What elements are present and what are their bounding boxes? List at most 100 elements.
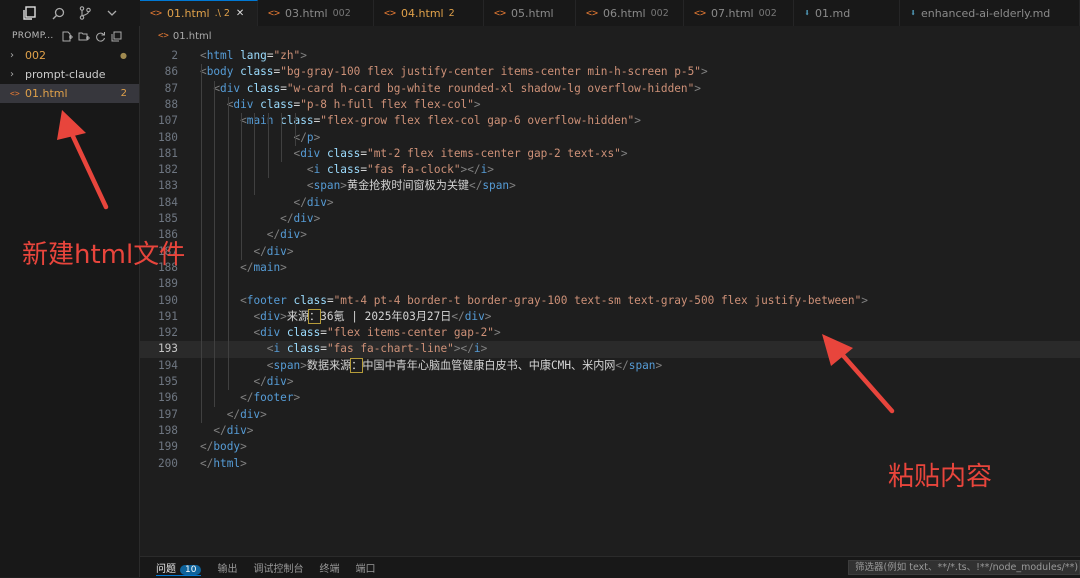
code-token: div (260, 309, 281, 323)
code-token: > (509, 179, 516, 193)
code-line[interactable]: 183 <span>黄金抢救时间窗极为关键</span> (140, 178, 1080, 194)
html-file-icon: <> (694, 7, 707, 19)
code-token: ></ (460, 163, 481, 177)
html-file-icon: <> (384, 7, 397, 19)
breadcrumb[interactable]: <> 01.html (140, 26, 1080, 46)
tab-07-html[interactable]: <> 07.html 002 (684, 0, 794, 26)
code-token: > (480, 342, 488, 356)
html-file-icon: <> (10, 89, 20, 98)
code-token: i (473, 342, 481, 356)
code-line[interactable]: 192 <div class="flex items-center gap-2"> (140, 325, 1080, 341)
code-line[interactable]: 195 </div> (140, 374, 1080, 390)
code-token: div (220, 81, 241, 95)
close-icon[interactable]: ✕ (236, 8, 244, 19)
code-line[interactable]: 198 </div> (140, 423, 1080, 439)
code-token: </ (240, 391, 254, 405)
code-token: > (340, 179, 347, 193)
panel-tab[interactable]: 问题 10 (156, 560, 202, 576)
collapse-all-icon[interactable] (111, 31, 122, 42)
code-token: < (306, 179, 314, 193)
line-number: 181 (157, 146, 178, 160)
explorer-item[interactable]: › prompt-claude (0, 65, 139, 84)
code-line[interactable]: 187 </div> (140, 244, 1080, 260)
code-token: </ (615, 358, 629, 372)
code-token: class (286, 342, 321, 356)
tab-01-md[interactable]: ⬇ 01.md (794, 0, 900, 26)
panel-tab[interactable]: 输出 (217, 560, 237, 575)
tab-01-html[interactable]: <> 01.html .\ 2 ✕ (140, 0, 258, 26)
code-line[interactable]: 184 </div> (140, 195, 1080, 211)
code-token: "mt-4 pt-4 border-t border-gray-100 text… (333, 293, 862, 307)
code-line[interactable]: 193 <i class="fas fa-chart-line"></i> (140, 341, 1080, 358)
code-line[interactable]: 194 <span>数据来源：中国中青年心脑血管健康白皮书、中康CMH、米内网</… (140, 357, 1080, 374)
code-token: > (313, 130, 321, 144)
problems-filter-input[interactable]: 筛选器(例如 text、**/*.ts、!**/node_modules/**) (848, 560, 1080, 575)
code-line[interactable]: 88 <div class="p-8 h-full flex flex-col"> (140, 97, 1080, 113)
source-control-icon[interactable] (76, 4, 94, 22)
line-number: 184 (157, 195, 178, 209)
new-file-icon[interactable] (62, 31, 73, 42)
tab-label: 01.html (167, 7, 210, 20)
code-line[interactable]: 2 <html lang="zh"> (140, 48, 1080, 64)
tab-05-html[interactable]: <> 05.html (484, 0, 576, 26)
tab-03-html[interactable]: <> 03.html 002 (258, 0, 374, 26)
code-token: > (300, 49, 307, 62)
code-line[interactable]: 191 <div>来源：36氪 | 2025年03月27日</div> (140, 308, 1080, 325)
code-text: </footer> (240, 390, 300, 406)
code-token: </ (280, 212, 294, 225)
code-text: </main> (240, 260, 287, 276)
code-token: < (240, 293, 247, 307)
line-number: 86 (164, 65, 178, 79)
code-line[interactable]: 86 <body class="bg-gray-100 flex justify-… (140, 64, 1080, 80)
breadcrumb-file[interactable]: 01.html (173, 31, 212, 42)
code-token: = (280, 81, 287, 95)
code-token: div (300, 146, 321, 160)
line-number: 196 (157, 391, 178, 405)
code-text: </div> (213, 423, 253, 439)
code-token: > (620, 146, 628, 160)
code-line[interactable]: 188 </main> (140, 260, 1080, 276)
code-text: <main class="flex-grow flex flex-col gap… (240, 113, 641, 129)
line-number: 183 (157, 179, 178, 193)
code-token: = (320, 342, 327, 356)
code-line[interactable]: 189 (140, 276, 1080, 292)
tab-suffix: 002 (650, 7, 669, 19)
files-icon[interactable] (20, 4, 38, 22)
code-token: </ (469, 179, 483, 193)
code-line[interactable]: 197 </div> (140, 407, 1080, 423)
code-line[interactable]: 186 </div> (140, 227, 1080, 243)
code-token: </ (200, 440, 214, 454)
panel-tab[interactable]: 终端 (319, 560, 339, 575)
code-token: ： (350, 357, 364, 373)
modified-dot: ● (120, 51, 127, 60)
code-line[interactable]: 196 </footer> (140, 390, 1080, 406)
tab-04-html[interactable]: <> 04.html 2 (374, 0, 484, 26)
code-line[interactable]: 87 <div class="w-card h-card bg-white rou… (140, 81, 1080, 97)
tab-06-html[interactable]: <> 06.html 002 (576, 0, 684, 26)
new-folder-icon[interactable] (78, 31, 90, 42)
code-token: < (306, 163, 314, 177)
explorer-item[interactable]: <> 01.html 2 (0, 84, 139, 103)
code-line[interactable]: 190 <footer class="mt-4 pt-4 border-t bor… (140, 293, 1080, 309)
tab-enhanced-ai-elderly-md[interactable]: ⬇ enhanced-ai-elderly.md (900, 0, 1080, 26)
code-text: </html> (200, 456, 247, 472)
search-icon[interactable] (49, 4, 67, 22)
refresh-icon[interactable] (95, 31, 106, 42)
code-token: class (240, 65, 274, 79)
annotation-paste: 粘贴内容 (888, 462, 993, 492)
panel-tab[interactable]: 调试控制台 (253, 560, 303, 575)
indent-guide (254, 113, 256, 195)
code-line[interactable]: 185 </div> (140, 211, 1080, 227)
code-text: </div> (294, 195, 334, 211)
code-line[interactable]: 199 </body> (140, 439, 1080, 455)
code-token: "flex-grow flex flex-col gap-6 overflow-… (320, 114, 635, 128)
code-token: div (293, 212, 314, 225)
panel-tab[interactable]: 端口 (355, 560, 375, 575)
chevron-down-icon[interactable] (103, 4, 121, 22)
code-line[interactable]: 182 <i class="fas fa-clock"></i> (140, 162, 1080, 178)
code-token: body (206, 65, 234, 79)
code-token: > (313, 212, 321, 225)
explorer-item[interactable]: › 002 ● (0, 46, 139, 65)
code-token: </ (293, 130, 307, 144)
